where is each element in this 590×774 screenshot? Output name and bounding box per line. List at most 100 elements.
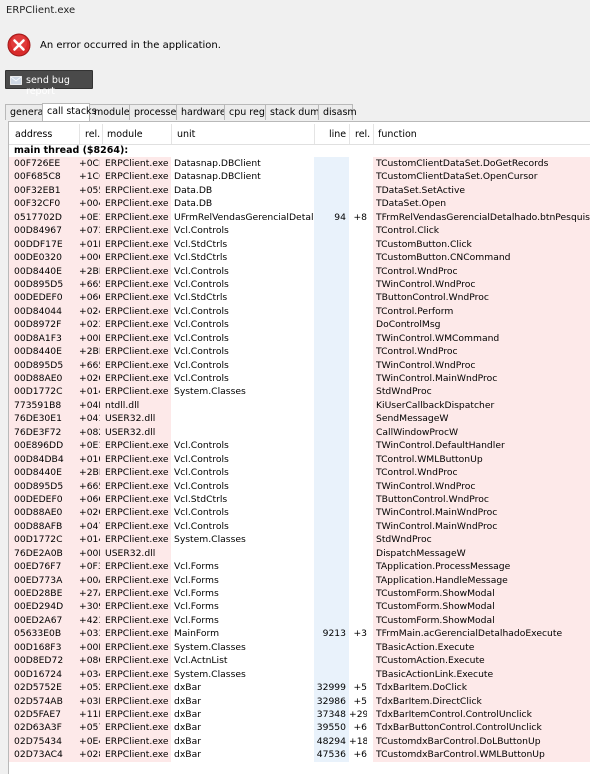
cell-line: 47536 bbox=[316, 749, 346, 761]
stack-row[interactable]: 00D895D5 +665 ERPClient.exe Vcl.Controls TWi… bbox=[9, 358, 590, 372]
stack-row[interactable]: 00ED2A67 +423 ERPClient.exe Vcl.Forms TCusto… bbox=[9, 613, 590, 628]
stack-row[interactable]: 00F726EE +0CE ERPClient.exe Datasnap.DBClie… bbox=[9, 157, 590, 171]
stack-row[interactable]: 00D16724 +034 ERPClient.exe System.Classes T… bbox=[9, 667, 590, 682]
cell-rel: +023 bbox=[79, 319, 100, 331]
cell-unit: Vcl.Forms bbox=[174, 614, 219, 626]
stack-row[interactable]: 02D5752E +052 ERPClient.exe dxBar 32999 +5 Tdx… bbox=[9, 681, 590, 695]
cell-module: ERPClient.exe bbox=[105, 198, 169, 210]
cell-function: StdWndProc bbox=[376, 386, 432, 398]
cell-line bbox=[314, 399, 346, 412]
cell-address: 00DEDEF0 bbox=[14, 292, 63, 304]
stack-row[interactable]: 00F32CF0 +004 ERPClient.exe Data.DB TDataSet… bbox=[9, 197, 590, 211]
stack-row[interactable]: 00F32EB1 +055 ERPClient.exe Data.DB TDataSet… bbox=[9, 183, 590, 198]
col-function[interactable]: function bbox=[378, 129, 417, 140]
stack-row[interactable]: 00D1772C +014 ERPClient.exe System.Classes S… bbox=[9, 533, 590, 547]
cell-function: TControl.Click bbox=[376, 225, 440, 237]
tab-stack-dump[interactable]: stack dump bbox=[265, 104, 326, 120]
stack-row[interactable]: 00DDF17E +01E ERPClient.exe Vcl.StdCtrls TCu… bbox=[9, 237, 590, 252]
cell-function: TWinControl.MainWndProc bbox=[376, 373, 498, 384]
stack-row[interactable]: 00D8440E +2BE ERPClient.exe Vcl.Controls TCo… bbox=[9, 466, 590, 480]
cell-function: TControl.WndProc bbox=[376, 265, 458, 277]
send-bug-report-button[interactable]: send bug report bbox=[5, 70, 93, 97]
col-line[interactable]: line bbox=[329, 129, 346, 140]
cell-function: TCustomForm.ShowModal bbox=[376, 601, 495, 613]
cell-rel-line bbox=[349, 332, 367, 345]
cell-rel-line: +5 bbox=[353, 695, 367, 707]
cell-rel: +055 bbox=[79, 184, 100, 196]
stack-row[interactable]: 76DE3F72 +082 USER32.dll CallWindowProcW bbox=[9, 425, 590, 440]
tab-general[interactable]: general bbox=[5, 104, 46, 120]
stack-row[interactable]: 02D5FAE7 +11F ERPClient.exe dxBar 37348+29 Td… bbox=[9, 707, 590, 722]
send-bug-report-label: send bug report bbox=[26, 75, 70, 97]
tab-cpu-regs[interactable]: cpu regs bbox=[224, 104, 270, 120]
stack-row[interactable]: 02D574AB +03B ERPClient.exe dxBar 32986 +5 Tdx… bbox=[9, 694, 590, 708]
stack-row[interactable]: 00D895D5 +665 ERPClient.exe Vcl.Controls TWi… bbox=[9, 277, 590, 292]
tab-processes[interactable]: processes bbox=[129, 104, 181, 120]
cell-function: SendMessageW bbox=[376, 413, 449, 425]
cell-line: 48294 bbox=[316, 735, 346, 747]
stack-row[interactable]: 05633E0B +033 ERPClient.exe MainForm 9213 +3 T… bbox=[9, 627, 590, 641]
stack-row[interactable]: 00D8440E +2BE ERPClient.exe Vcl.Controls TCo… bbox=[9, 345, 590, 359]
cell-rel: +665 bbox=[79, 359, 100, 371]
tab-call-stacks[interactable]: call stacks bbox=[42, 103, 97, 121]
cell-function: TApplication.HandleMessage bbox=[376, 574, 508, 586]
col-address[interactable]: address bbox=[15, 129, 52, 140]
cell-module: ERPClient.exe bbox=[105, 359, 169, 371]
cell-rel-line bbox=[349, 359, 367, 372]
tab-hardware[interactable]: hardware bbox=[176, 104, 226, 120]
stack-row[interactable]: 00D1772C +014 ERPClient.exe System.Classes S… bbox=[9, 385, 590, 399]
stack-row[interactable]: 00F685C8 +1C0 ERPClient.exe Datasnap.DBClie… bbox=[9, 170, 590, 184]
cell-function: TCustomForm.ShowModal bbox=[376, 614, 495, 626]
stack-row[interactable]: 773591B8 +04B ntdll.dll KiUserCallbackDispa… bbox=[9, 398, 590, 413]
cell-address: 00D1772C bbox=[14, 386, 63, 398]
cell-line: 32986 bbox=[316, 695, 346, 707]
stack-row[interactable]: 00D8440E +2BE ERPClient.exe Vcl.Controls TCo… bbox=[9, 264, 590, 278]
stack-row[interactable]: 02D63A3F +057 ERPClient.exe dxBar 39550 +6 Tdx… bbox=[9, 721, 590, 735]
stack-row[interactable]: 00ED773A +00A ERPClient.exe Vcl.Forms TAppli… bbox=[9, 573, 590, 587]
cell-module: ERPClient.exe bbox=[105, 574, 169, 586]
stack-row[interactable]: 00D8ED72 +086 ERPClient.exe Vcl.ActnList TCu… bbox=[9, 654, 590, 668]
col-rel[interactable]: rel. bbox=[85, 129, 100, 140]
stack-row[interactable]: 00ED28BE +27A ERPClient.exe Vcl.Forms TCusto… bbox=[9, 587, 590, 601]
stack-row[interactable]: 00D84044 +024 ERPClient.exe Vcl.Controls TCo… bbox=[9, 304, 590, 319]
stack-row[interactable]: 00D8A1F3 +00B ERPClient.exe Vcl.Controls TWi… bbox=[9, 331, 590, 346]
stack-row[interactable]: 00D168F3 +00F ERPClient.exe System.Classes T… bbox=[9, 640, 590, 655]
stack-row[interactable]: 00ED76F7 +0F3 ERPClient.exe Vcl.Forms TAppli… bbox=[9, 560, 590, 574]
stack-row[interactable]: 00D8972F +023 ERPClient.exe Vcl.Controls DoC… bbox=[9, 318, 590, 332]
cell-rel: +00B bbox=[79, 332, 100, 344]
cell-rel: +00F bbox=[79, 641, 100, 653]
cell-unit: Vcl.StdCtrls bbox=[174, 292, 228, 304]
col-rel-line[interactable]: rel. bbox=[355, 129, 370, 140]
stack-row[interactable]: 00D84DB4 +010 ERPClient.exe Vcl.Controls TCo… bbox=[9, 452, 590, 467]
stack-row[interactable]: 00D84967 +073 ERPClient.exe Vcl.Controls TCo… bbox=[9, 224, 590, 238]
stack-row[interactable]: 00D895D5 +665 ERPClient.exe Vcl.Controls TWi… bbox=[9, 479, 590, 493]
col-unit[interactable]: unit bbox=[177, 129, 195, 140]
tab-disasm[interactable]: disasm bbox=[318, 104, 357, 120]
stack-row[interactable]: 00DEDEF0 +06C ERPClient.exe Vcl.StdCtrls TBu… bbox=[9, 492, 590, 507]
stack-row[interactable]: 02D73AC4 +028 ERPClient.exe dxBar 47536 +6 TCu… bbox=[9, 748, 590, 762]
stack-row[interactable]: 00E896DD +0E1 ERPClient.exe Vcl.Controls TWi… bbox=[9, 439, 590, 453]
stack-row[interactable]: 0517702D +0E1 ERPClient.exe UFrmRelVendasGe… bbox=[9, 210, 590, 225]
cell-function: TCustomdxBarControl.DoLButtonUp bbox=[376, 735, 541, 747]
stack-row[interactable]: 00DEDEF0 +06C ERPClient.exe Vcl.StdCtrls TBu… bbox=[9, 291, 590, 305]
stack-row[interactable]: 00D88AFB +047 ERPClient.exe Vcl.Controls TWi… bbox=[9, 519, 590, 534]
cell-address: 00D8A1F3 bbox=[14, 332, 62, 344]
stack-row[interactable]: 00D88AE0 +02C ERPClient.exe Vcl.Controls TWi… bbox=[9, 506, 590, 520]
stack-row[interactable]: 76DE30E1 +041 USER32.dll SendMessageW bbox=[9, 412, 590, 426]
cell-line: 32999 bbox=[316, 682, 346, 694]
stack-row[interactable]: 00ED294D +309 ERPClient.exe Vcl.Forms TCusto… bbox=[9, 600, 590, 614]
stack-row[interactable]: 76DE2A0B +00B USER32.dll DispatchMessageW bbox=[9, 546, 590, 561]
cell-rel: +0CE bbox=[79, 158, 100, 169]
cell-function: TControl.WMLButtonUp bbox=[376, 453, 483, 465]
cell-rel-line bbox=[349, 506, 367, 519]
cell-unit: Data.DB bbox=[174, 184, 213, 196]
cell-function: TDataSet.Open bbox=[376, 198, 447, 210]
cell-address: 00D84044 bbox=[14, 305, 62, 317]
stack-row[interactable]: 00D88AE0 +02C ERPClient.exe Vcl.Controls TWi… bbox=[9, 372, 590, 386]
stack-row[interactable]: 00DE0320 +00C ERPClient.exe Vcl.StdCtrls TCu… bbox=[9, 251, 590, 265]
stack-row[interactable]: 02D75434 +0E4 ERPClient.exe dxBar 48294+18 TC… bbox=[9, 734, 590, 749]
col-module[interactable]: module bbox=[107, 129, 143, 140]
cell-rel-line bbox=[349, 399, 367, 412]
cell-line bbox=[314, 332, 346, 345]
cell-rel-line bbox=[349, 412, 367, 425]
